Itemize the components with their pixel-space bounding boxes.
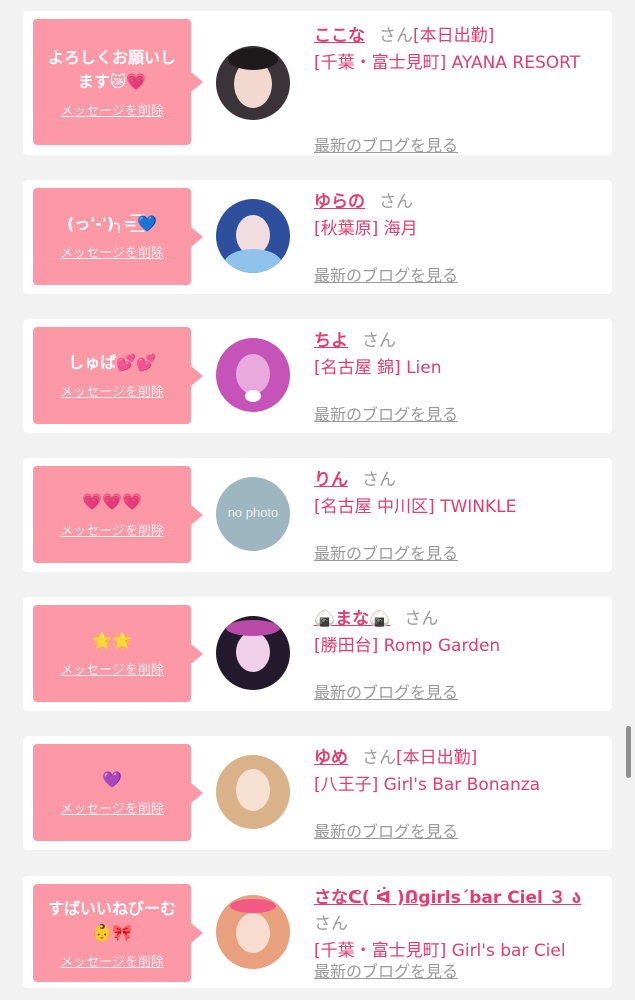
cast-name-link[interactable]: 🍙まな🍙 — [314, 609, 390, 629]
scrollbar[interactable] — [626, 726, 631, 778]
message-bubble: しゅぱ💕💕 メッセージを削除 — [33, 327, 203, 424]
entry-info: ちよ さん [名古屋 錦] Lien 最新のブログを見る — [314, 328, 604, 424]
list-item: よろしくお願いします😿💗 メッセージを削除 ここな さん[本日出勤] [千葉・富士… — [23, 11, 612, 155]
message-text: 💗💗💗 — [82, 492, 142, 511]
shop-name: [秋葉原] 海月 — [314, 219, 418, 239]
message-text: しゅぱ💕💕 — [68, 353, 156, 372]
message-bubble: 💜 メッセージを削除 — [33, 744, 203, 841]
honorific: さん — [404, 609, 439, 629]
list-item: すばいいねびーむ👶🎀 メッセージを削除 さなᕦ( ᐛ )ᕡgirls´bar C… — [23, 876, 612, 988]
honorific: さん — [379, 192, 413, 212]
delete-message-link[interactable]: メッセージを削除 — [60, 659, 164, 678]
message-bubble: 🌟🌟 メッセージを削除 — [33, 605, 203, 702]
shop-name: [名古屋 中川区] TWINKLE — [314, 497, 517, 517]
message-text: すばいいねびーむ👶🎀 — [47, 898, 176, 942]
cast-name-link[interactable]: ちよ — [314, 331, 348, 351]
avatar[interactable] — [216, 616, 290, 690]
latest-blog-link[interactable]: 最新のブログを見る — [314, 401, 458, 425]
avatar[interactable] — [216, 46, 290, 120]
no-photo-text: no photo — [227, 505, 279, 520]
list-item: 🌟🌟 メッセージを削除 🍙まな🍙 さん [勝田台] Romp Garden 最新の… — [23, 597, 612, 711]
list-item: 💗💗💗 メッセージを削除 no photo りん さん [名古屋 中川区] TWI… — [23, 458, 612, 572]
entry-info: さなᕦ( ᐛ )ᕡgirls´bar Ciel ３ აさん [千葉・富士見町] … — [314, 885, 604, 981]
cast-name-link[interactable]: ゆめ — [314, 748, 348, 768]
list-item: (っ'-')╮=͟͟͞͞💙 メッセージを削除 ゆらの さん [秋葉原] 海月 最新… — [23, 180, 612, 294]
latest-blog-link[interactable]: 最新のブログを見る — [314, 262, 458, 286]
delete-message-link[interactable]: メッセージを削除 — [60, 798, 164, 817]
delete-message-link[interactable]: メッセージを削除 — [60, 100, 164, 119]
avatar[interactable] — [216, 755, 290, 829]
entry-info: 🍙まな🍙 さん [勝田台] Romp Garden 最新のブログを見る — [314, 606, 604, 702]
cast-name-link[interactable]: ゆらの — [314, 192, 365, 212]
honorific: さん — [379, 26, 413, 46]
delete-message-link[interactable]: メッセージを削除 — [60, 242, 164, 261]
avatar[interactable] — [216, 199, 290, 273]
latest-blog-link[interactable]: 最新のブログを見る — [314, 679, 458, 703]
honorific: さん — [362, 470, 396, 490]
message-text: (っ'-')╮=͟͟͞͞💙 — [66, 214, 158, 233]
latest-blog-link[interactable]: 最新のブログを見る — [314, 540, 458, 564]
honorific: さん — [362, 748, 396, 768]
message-text: よろしくお願いします😿💗 — [47, 47, 176, 91]
latest-blog-link[interactable]: 最新のブログを見る — [314, 818, 458, 842]
honorific: さん — [314, 914, 348, 934]
message-bubble: よろしくお願いします😿💗 メッセージを削除 — [33, 19, 203, 145]
message-text: 🌟🌟 — [92, 631, 132, 650]
message-bubble: すばいいねびーむ👶🎀 メッセージを削除 — [33, 884, 203, 982]
entry-info: ゆらの さん [秋葉原] 海月 最新のブログを見る — [314, 189, 604, 285]
avatar[interactable] — [216, 895, 290, 969]
entry-info: ここな さん[本日出勤] [千葉・富士見町] AYANA RESORT 最新のブロ… — [314, 23, 604, 155]
entry-info: りん さん [名古屋 中川区] TWINKLE 最新のブログを見る — [314, 467, 604, 563]
delete-message-link[interactable]: メッセージを削除 — [60, 381, 164, 400]
message-bubble: 💗💗💗 メッセージを削除 — [33, 466, 203, 563]
message-bubble: (っ'-')╮=͟͟͞͞💙 メッセージを削除 — [33, 188, 203, 285]
cast-name-link[interactable]: りん — [314, 470, 348, 490]
latest-blog-link[interactable]: 最新のブログを見る — [314, 132, 458, 156]
entry-info: ゆめ さん[本日出勤] [八王子] Girl's Bar Bonanza 最新のブ… — [314, 745, 604, 841]
avatar-no-photo[interactable]: no photo — [216, 477, 290, 551]
message-text: 💜 — [102, 770, 122, 789]
shop-name: [勝田台] Romp Garden — [314, 636, 501, 656]
list-item: 💜 メッセージを削除 ゆめ さん[本日出勤] [八王子] Girl's Bar B… — [23, 736, 612, 850]
status-label: [本日出勤] — [413, 26, 495, 46]
cast-name-link[interactable]: ここな — [314, 26, 365, 46]
cast-name-link[interactable]: さなᕦ( ᐛ )ᕡgirls´bar Ciel ３ ა — [314, 888, 581, 908]
honorific: さん — [362, 331, 396, 351]
shop-name: [千葉・富士見町] AYANA RESORT — [314, 53, 581, 73]
list-item: しゅぱ💕💕 メッセージを削除 ちよ さん [名古屋 錦] Lien 最新のブログを… — [23, 319, 612, 433]
delete-message-link[interactable]: メッセージを削除 — [60, 951, 164, 970]
avatar[interactable] — [216, 338, 290, 412]
shop-name: [八王子] Girl's Bar Bonanza — [314, 775, 541, 795]
latest-blog-link[interactable]: 最新のブログを見る — [314, 958, 458, 982]
shop-name: [名古屋 錦] Lien — [314, 358, 442, 378]
delete-message-link[interactable]: メッセージを削除 — [60, 520, 164, 539]
status-label: [本日出勤] — [396, 748, 478, 768]
